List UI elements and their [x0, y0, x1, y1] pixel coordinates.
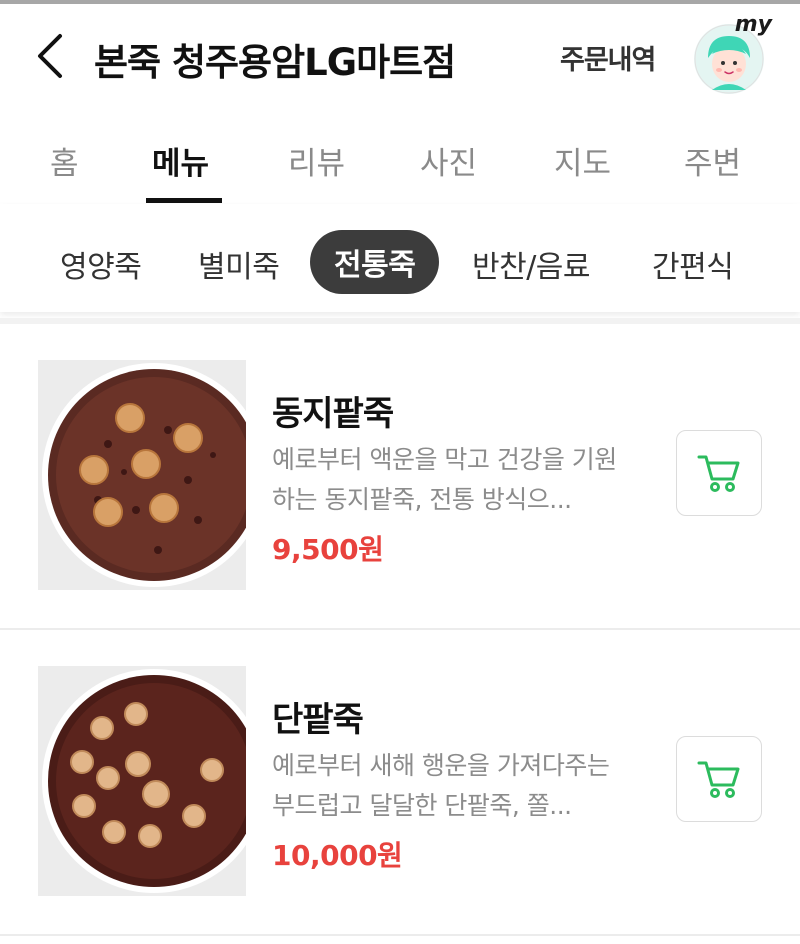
store-tabs: 홈 메뉴 리뷰 사진 지도 주변	[0, 108, 800, 204]
cart-icon	[697, 455, 740, 492]
menu-item-image	[38, 666, 246, 896]
menu-item-name: 동지팥죽	[272, 394, 394, 434]
tab-home[interactable]: 홈	[50, 138, 79, 183]
category-traditional-porridge[interactable]: 전통죽	[310, 230, 440, 294]
chevron-left-icon	[38, 34, 62, 78]
category-nutrition-porridge[interactable]: 영양죽	[60, 242, 142, 286]
category-filter-bar: 영양죽 별미죽 전통죽 반찬/음료 간편식	[0, 204, 800, 312]
category-side-drinks[interactable]: 반찬/음료	[472, 242, 591, 286]
menu-item-name: 단팥죽	[272, 700, 364, 740]
tab-menu[interactable]: 메뉴	[152, 138, 209, 183]
menu-item-price: 10,000원	[272, 839, 403, 872]
category-simple-meals[interactable]: 간편식	[652, 242, 734, 286]
menu-item[interactable]: 단팥죽 예로부터 새해 행운을 가져다주는 부드럽고 달달한 단팥죽, 쫄...…	[0, 630, 800, 936]
menu-item-image	[38, 360, 246, 590]
sweet-red-bean-porridge-image	[38, 666, 246, 896]
back-button[interactable]	[30, 30, 74, 82]
item-divider	[0, 934, 800, 936]
category-special-porridge[interactable]: 별미죽	[198, 242, 280, 286]
tab-map[interactable]: 지도	[554, 138, 611, 183]
active-tab-indicator	[146, 198, 222, 203]
tab-photos[interactable]: 사진	[420, 138, 477, 183]
menu-item-description: 예로부터 새해 행운을 가져다주는 부드럽고 달달한 단팥죽, 쫄...	[272, 751, 610, 820]
app-header: 본죽 청주용암LG마트점 주문내역 my	[0, 4, 800, 108]
menu-item-price: 9,500원	[272, 533, 384, 566]
tab-review[interactable]: 리뷰	[288, 138, 345, 183]
order-history-link[interactable]: 주문내역	[560, 38, 656, 77]
menu-item-description: 예로부터 액운을 막고 건강을 기원하는 동지팥죽, 전통 방식으...	[272, 445, 617, 514]
my-badge: my	[734, 12, 772, 37]
add-to-cart-button[interactable]	[676, 430, 762, 516]
menu-item[interactable]: 동지팥죽 예로부터 액운을 막고 건강을 기원하는 동지팥죽, 전통 방식으..…	[0, 324, 800, 630]
my-avatar-button[interactable]: my	[694, 12, 772, 94]
store-title: 본죽 청주용암LG마트점	[94, 41, 456, 84]
add-to-cart-button[interactable]	[676, 736, 762, 822]
tab-nearby[interactable]: 주변	[684, 138, 741, 183]
red-bean-porridge-image	[38, 360, 246, 590]
cart-icon	[697, 761, 740, 798]
